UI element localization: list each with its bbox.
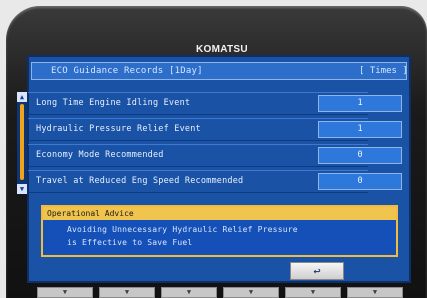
softkey-row: ▼ ▼ ▼ ▼ ▼ ▼ (37, 287, 427, 298)
row-value: 0 (318, 147, 402, 164)
row-value: 0 (318, 173, 402, 190)
scroll-up-icon[interactable]: ▲ (17, 92, 27, 102)
softkey-3[interactable]: ▼ (161, 287, 217, 298)
softkey-4[interactable]: ▼ (223, 287, 279, 298)
operational-advice-panel: Operational Advice Avoiding Unnecessary … (41, 205, 398, 257)
back-icon: ↩ (313, 264, 321, 278)
softkey-6[interactable]: ▼ (347, 287, 403, 298)
row-label: Long Time Engine Idling Event (36, 98, 191, 108)
row-label: Hydraulic Pressure Relief Event (36, 124, 201, 134)
brand-logo: KOMATSU (196, 44, 248, 55)
vertical-scrollbar[interactable]: ▲ ▼ (17, 92, 27, 194)
row-label: Travel at Reduced Eng Speed Recommended (36, 176, 244, 186)
advice-line-2: is Effective to Save Fuel (67, 238, 193, 247)
scroll-down-icon[interactable]: ▼ (17, 184, 27, 194)
softkey-2[interactable]: ▼ (99, 287, 155, 298)
times-unit-label: [ Times ] (359, 66, 408, 76)
advice-title: Operational Advice (43, 207, 396, 220)
table-row: Hydraulic Pressure Relief Event 1 (28, 118, 402, 141)
screen-title: ECO Guidance Records [1Day] (51, 66, 203, 76)
row-value: 1 (318, 95, 402, 112)
table-row: Travel at Reduced Eng Speed Recommended … (28, 170, 402, 193)
scroll-thumb[interactable] (20, 104, 24, 180)
table-row: Economy Mode Recommended 0 (28, 144, 402, 167)
softkey-5[interactable]: ▼ (285, 287, 341, 298)
softkey-1[interactable]: ▼ (37, 287, 93, 298)
back-button[interactable]: ↩ (290, 262, 344, 280)
table-row: Long Time Engine Idling Event 1 (28, 92, 402, 115)
advice-line-1: Avoiding Unnecessary Hydraulic Relief Pr… (67, 225, 298, 234)
row-label: Economy Mode Recommended (36, 150, 164, 160)
row-value: 1 (318, 121, 402, 138)
